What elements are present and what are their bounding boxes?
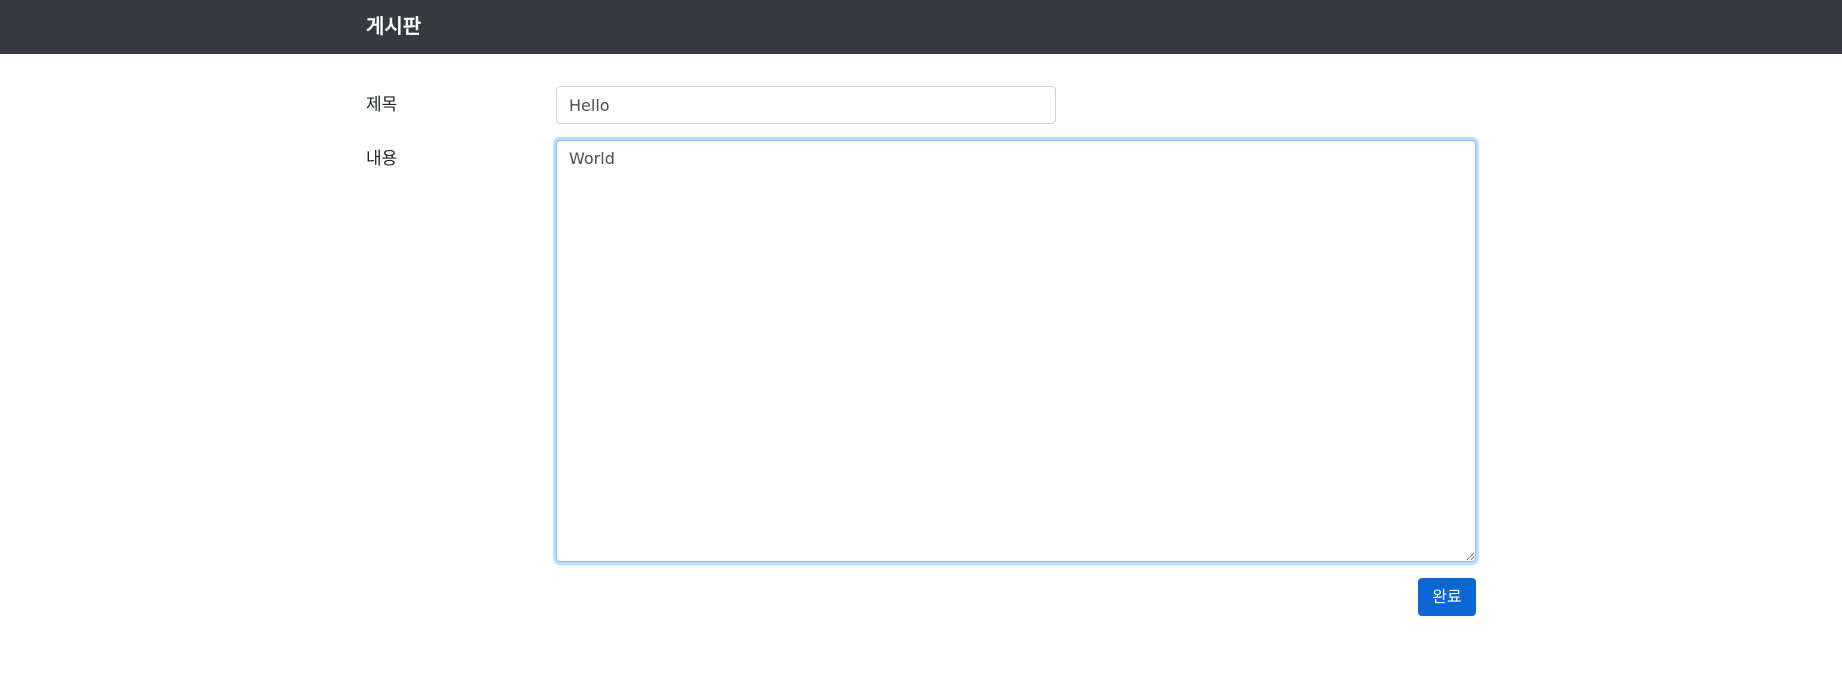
title-input[interactable] [556,86,1056,124]
submit-button[interactable]: 완료 [1418,578,1476,616]
top-navbar: 게시판 [0,0,1842,54]
content-textarea[interactable]: World [556,140,1476,562]
title-label: 제목 [366,95,398,115]
content-label: 내용 [366,149,398,169]
brand-link[interactable]: 게시판 [366,12,421,40]
